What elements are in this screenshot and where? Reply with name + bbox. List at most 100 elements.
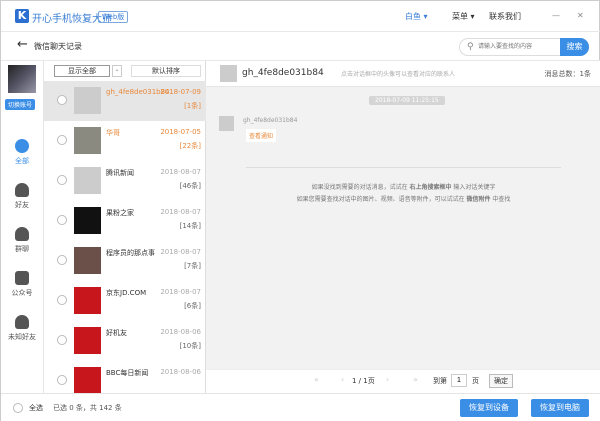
message-count: [7条] [184,262,201,270]
last-date: 2018-08-07 [160,208,201,216]
contact-name: 果粉之家 [106,209,134,217]
avatar [74,207,101,234]
pagination: « ‹ 1 / 1页 › » 到第 页 确定 [206,369,600,393]
avatar [74,327,101,354]
contact-us-link[interactable]: 联系我们 [489,11,521,22]
group-icon [15,227,29,241]
last-date: 2018-08-06 [160,368,201,376]
last-date: 2018-08-07 [160,168,201,176]
nav-all[interactable]: 全部 [1,139,43,166]
nav-official-accounts[interactable]: 公众号 [1,271,43,298]
avatar [74,287,101,314]
nav-friends[interactable]: 好友 [1,183,43,210]
list-item[interactable]: 腾讯新闻 2018-08-07 [46条] [44,161,207,201]
chat-panel [206,61,600,393]
apps-icon [15,271,29,285]
sender-name: gh_4fe8de031b84 [243,117,298,124]
last-page-button[interactable]: » [413,375,418,384]
nav-unknown-friends[interactable]: 未知好友 [1,315,43,342]
contact-name: 腾讯新闻 [106,169,134,177]
row-radio[interactable] [57,335,67,345]
nav-label: 公众号 [11,289,33,297]
category-sidebar: 切换账号 全部 好友 群聊 公众号 未知好友 [1,61,43,393]
nav-label: 未知好友 [8,333,36,341]
back-arrow-icon[interactable]: ← [17,37,28,52]
contact-name: 华哥 [106,129,120,137]
close-button[interactable]: ✕ [577,11,584,20]
row-radio[interactable] [57,135,67,145]
minimize-button[interactable]: — [552,11,560,20]
message-count: [6条] [184,302,201,310]
avatar [74,127,101,154]
message-count: [10条] [179,342,201,350]
device-thumbnail [8,65,36,93]
last-date: 2018-07-09 [160,88,201,96]
web-badge: Web版 [98,11,129,23]
title-bar: K 开心手机恢复大师 Web版 白鱼 ▾ 菜单 ▾ 联系我们 — ✕ [1,1,600,32]
divider [246,167,561,168]
app-logo: K [15,9,29,23]
list-item[interactable]: 华哥 2018-07-05 [22条] [44,121,207,161]
row-radio[interactable] [57,295,67,305]
row-radio[interactable] [57,375,67,385]
search-button[interactable]: 搜索 [560,38,589,56]
last-date: 2018-08-07 [160,288,201,296]
chat-hint: 点击对话框中的头像可以查看对应的联系人 [341,71,456,78]
next-page-button[interactable]: › [386,375,389,384]
first-page-button[interactable]: « [314,375,319,384]
select-all-radio[interactable] [13,403,23,413]
last-date: 2018-07-05 [160,128,201,136]
page-title: 微信聊天记录 [34,42,82,51]
nav-label: 全部 [15,157,29,165]
avatar [74,167,101,194]
sender-avatar[interactable] [219,116,234,131]
chevron-down-icon[interactable]: ⌄ [112,65,122,77]
message-count: [14条] [179,222,201,230]
message-bubble[interactable]: 查看通知 [246,129,277,142]
list-item[interactable]: 程序员的那点事 2018-08-07 [7条] [44,241,207,281]
confirm-button[interactable]: 确定 [489,374,513,388]
row-radio[interactable] [57,175,67,185]
conversation-list: 显示全部 ⌄ 默认排序 gh_4fe8de031b84 2018-07-09 [… [43,61,207,394]
message-count: [46条] [179,182,201,190]
list-item[interactable]: 果粉之家 2018-08-07 [14条] [44,201,207,241]
nav-label: 群聊 [15,245,29,253]
message-count: [1条] [184,102,201,110]
main-menu[interactable]: 菜单 ▾ [452,11,475,22]
unknown-person-icon [15,315,29,329]
restore-to-pc-button[interactable]: 恢复到电脑 [531,399,589,417]
prev-page-button[interactable]: ‹ [341,375,344,384]
chat-header: gh_4fe8de031b84 点击对话框中的头像可以查看对应的联系人 消息总数… [206,61,600,87]
nav-groups[interactable]: 群聊 [1,227,43,254]
contact-name: BBC每日新闻 [106,369,149,377]
list-item[interactable]: 好机友 2018-08-06 [10条] [44,321,207,361]
search-tip-1: 如果没找到需要的对话消息，试试在 右上角搜索框中 输入对话关键字 [311,184,496,191]
contact-name: 京东JD.COM [106,289,147,297]
list-item[interactable]: gh_4fe8de031b84 2018-07-09 [1条] [44,81,207,121]
last-date: 2018-08-06 [160,328,201,336]
avatar[interactable] [220,65,237,82]
avatar [74,87,101,114]
last-date: 2018-08-07 [160,248,201,256]
page-indicator: 1 / 1页 [352,377,375,385]
switch-account-button[interactable]: 切换账号 [5,99,36,110]
avatar [74,247,101,274]
show-filter-select[interactable]: 显示全部 [54,65,110,77]
user-menu[interactable]: 白鱼 ▾ [405,11,428,22]
sort-select[interactable]: 默认排序 [131,65,201,77]
page-input[interactable] [451,374,467,387]
row-radio[interactable] [57,255,67,265]
list-item[interactable]: 京东JD.COM 2018-08-07 [6条] [44,281,207,321]
select-all-label[interactable]: 全选 [29,403,43,413]
restore-to-device-button[interactable]: 恢复到设备 [460,399,518,417]
grid-icon [15,139,29,153]
row-radio[interactable] [57,215,67,225]
message-timestamp: 2018-07-09 11:25:15 [369,96,445,105]
search-icon: ⚲ [467,42,474,52]
goto-label: 到第 [433,377,447,385]
search-tip-2: 如果您需要查找对话中的图片、视频、语音等附件，可以试试在 微信附件 中查找 [296,196,511,203]
search-input[interactable] [478,41,558,53]
avatar [74,367,101,394]
nav-label: 好友 [15,201,29,209]
row-radio[interactable] [57,95,67,105]
